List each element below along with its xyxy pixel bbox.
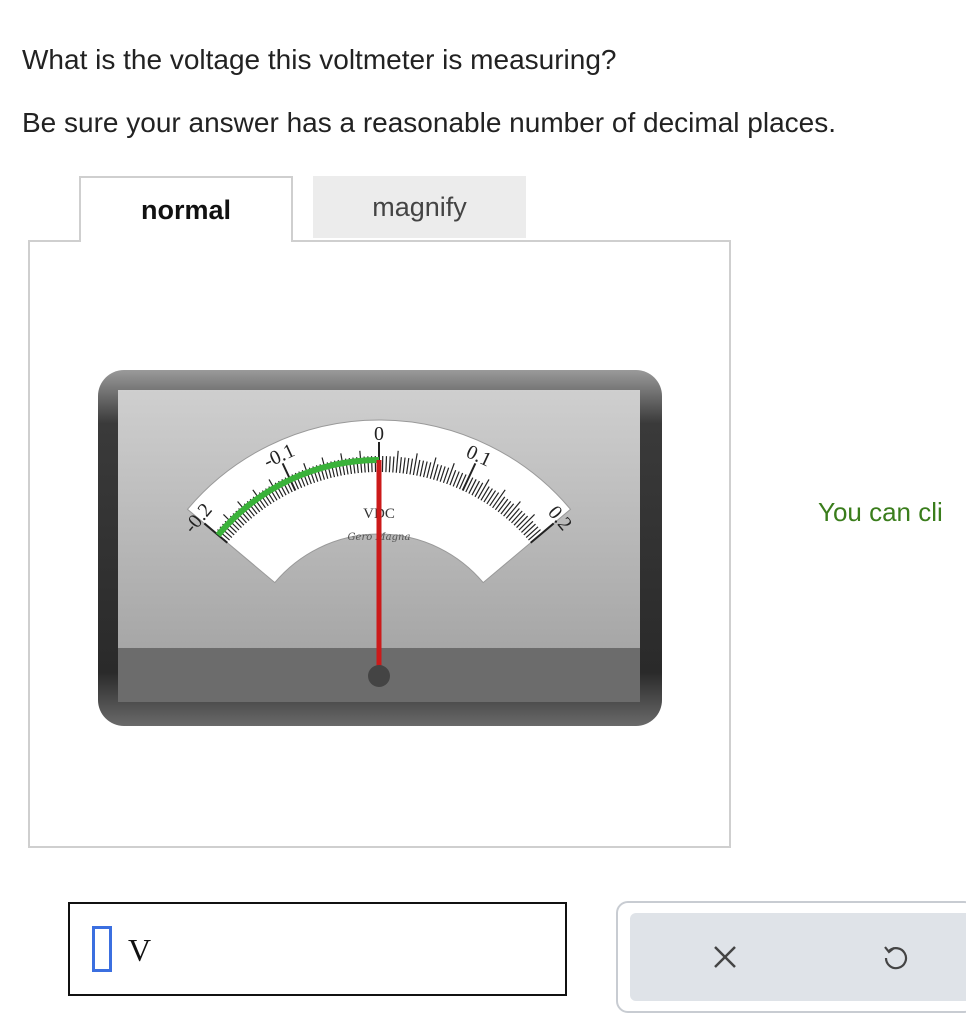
question-text: What is the voltage this voltmeter is me… (22, 44, 617, 75)
scale-tick (385, 456, 388, 473)
scale-tick (388, 456, 391, 473)
tab-normal[interactable]: normal (79, 176, 293, 242)
instruction-text: Be sure your answer has a reasonable num… (22, 107, 836, 138)
clear-button[interactable] (670, 913, 780, 1001)
needle-pivot (368, 665, 390, 687)
scale-label: 0 (374, 423, 384, 445)
undo-icon (884, 946, 908, 970)
unit-label: V (128, 932, 152, 968)
undo-button[interactable] (840, 913, 950, 1001)
answer-input[interactable]: V (68, 902, 567, 996)
hint-text: You can cli (818, 497, 943, 527)
close-icon (714, 946, 736, 968)
input-cursor (92, 926, 112, 972)
tool-bar (630, 913, 966, 1001)
voltmeter: -0.2-0.100.10.2 VDC Gero Magna (98, 370, 662, 726)
tab-magnify[interactable]: magnify (313, 176, 526, 238)
answer-tools (616, 901, 966, 1013)
